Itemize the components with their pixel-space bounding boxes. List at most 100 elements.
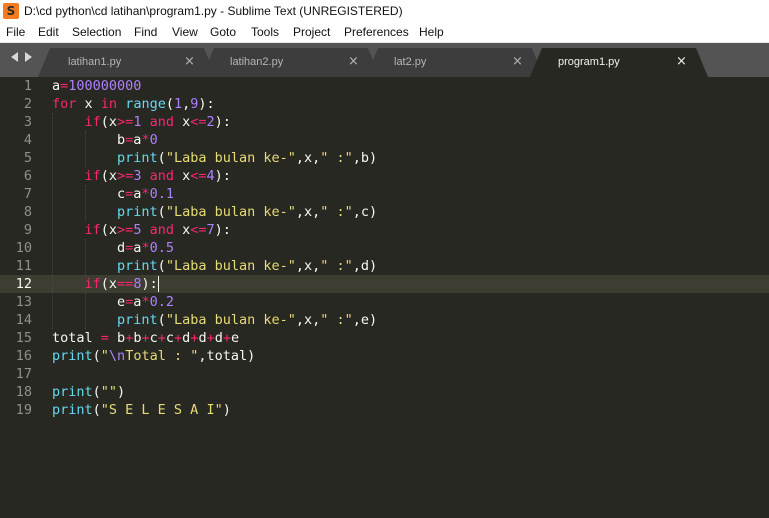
menu-project[interactable]: Project [293, 25, 330, 39]
code-token: >= [117, 222, 134, 238]
code-token: print [117, 312, 158, 328]
code-token: ( [157, 150, 166, 166]
code-token: * [141, 294, 150, 310]
code-token: b [108, 330, 126, 346]
code-token: + [157, 330, 166, 346]
tab-close-icon[interactable]: × [676, 54, 687, 69]
menu-edit[interactable]: Edit [38, 25, 59, 39]
code-token: "S E L E S A I" [100, 402, 223, 418]
code-token: ( [165, 96, 174, 112]
tab-latihan2-py[interactable]: latihan2.py × [202, 48, 380, 77]
code-token: ) [222, 402, 231, 418]
tab-latihan1-py[interactable]: latihan1.py × [38, 48, 216, 77]
code-token: range [125, 96, 166, 112]
code-line: c=a*0.1 [52, 185, 174, 203]
code-line: print("Laba bulan ke-",x," :",d) [52, 257, 377, 275]
code-token: c [165, 330, 175, 346]
code-line: if(x==8): [52, 275, 158, 293]
code-token: + [222, 330, 232, 346]
menu-tools[interactable]: Tools [251, 25, 279, 39]
code-token: ( [92, 348, 101, 364]
tab-close-icon[interactable]: × [512, 54, 523, 69]
menu-file[interactable]: File [6, 25, 25, 39]
menu-preferences[interactable]: Preferences [344, 25, 409, 39]
code-token: ): [214, 114, 231, 130]
code-line: print("Laba bulan ke-",x," :",b) [52, 149, 377, 167]
code-token: total [52, 330, 101, 346]
menu-help[interactable]: Help [419, 25, 444, 39]
code-token: print [117, 150, 158, 166]
code-token: if [84, 168, 101, 184]
indent-guide [84, 293, 86, 329]
code-token: ,b) [352, 150, 378, 166]
code-token: ,x, [295, 150, 321, 166]
menu-goto[interactable]: Goto [210, 25, 236, 39]
code-token: and [149, 168, 174, 184]
code-line: print("Laba bulan ke-",x," :",c) [52, 203, 377, 221]
tab-lat2-py[interactable]: lat2.py × [366, 48, 544, 77]
tab-close-icon[interactable]: × [348, 54, 359, 69]
tab-scroll-left-icon[interactable] [11, 52, 18, 62]
tab-program1-py[interactable]: program1.py × [530, 48, 708, 77]
indent-guide [84, 239, 86, 275]
code-token: " :" [320, 312, 353, 328]
code-token: d [198, 330, 207, 346]
tab-close-icon[interactable]: × [184, 54, 195, 69]
menu-selection[interactable]: Selection [72, 25, 121, 39]
code-token: (x [100, 168, 118, 184]
code-token: ,x, [295, 312, 321, 328]
code-token: print [117, 258, 158, 274]
tab-label: program1.py [558, 56, 620, 68]
code-token: " [100, 348, 109, 364]
title-bar: S D:\cd python\cd latihan\program1.py - … [0, 0, 769, 23]
menu-find[interactable]: Find [134, 25, 157, 39]
code-token: ,total) [198, 348, 256, 364]
code-token: "Laba bulan ke-" [165, 204, 296, 220]
indent-guide [52, 113, 53, 329]
code-token: >= [117, 114, 134, 130]
code-token: 0 [149, 132, 158, 148]
code-token: ,e) [352, 312, 378, 328]
code-token: <= [190, 168, 207, 184]
code-token: x [173, 222, 191, 238]
line-number: 15 [15, 330, 32, 346]
code-token: >= [117, 168, 134, 184]
window-title: D:\cd python\cd latihan\program1.py - Su… [24, 4, 403, 18]
line-number: 4 [23, 132, 32, 148]
tab-label: latihan2.py [230, 56, 284, 68]
sublime-text-icon: S [3, 3, 19, 19]
line-number: 13 [15, 294, 32, 310]
tab-label: latihan1.py [68, 56, 122, 68]
code-token: Total : " [125, 348, 199, 364]
line-number: 6 [23, 168, 32, 184]
code-line: b=a*0 [52, 131, 158, 149]
code-token: ( [157, 312, 166, 328]
code-line: print("") [52, 383, 125, 401]
menu-view[interactable]: View [172, 25, 198, 39]
code-token: x [173, 114, 191, 130]
line-number: 8 [23, 204, 32, 220]
menu-bar: File Edit Selection Find View Goto Tools Projec… [0, 23, 769, 43]
code-token: 4 [206, 168, 215, 184]
text-caret [157, 276, 159, 292]
code-token: print [52, 348, 93, 364]
tab-scroll-right-icon[interactable] [25, 52, 32, 62]
code-line: if(x>=1 and x<=2): [52, 113, 231, 131]
code-token: x [173, 168, 191, 184]
line-number: 11 [15, 258, 32, 274]
code-line: print("S E L E S A I") [52, 401, 231, 419]
code-token: * [141, 240, 150, 256]
code-token: and [149, 114, 174, 130]
code-token: 100000000 [68, 78, 142, 94]
code-token: <= [190, 222, 207, 238]
code-token: 2 [206, 114, 215, 130]
code-token: d [214, 330, 223, 346]
code-token: ,x, [295, 204, 321, 220]
code-token: " :" [320, 258, 353, 274]
code-editor[interactable]: 1 2 3 4 5 6 7 8 9 10 11 12 13 14 15 16 17 18 19 a=10000000… [0, 77, 769, 518]
code-token: ,c) [352, 204, 378, 220]
